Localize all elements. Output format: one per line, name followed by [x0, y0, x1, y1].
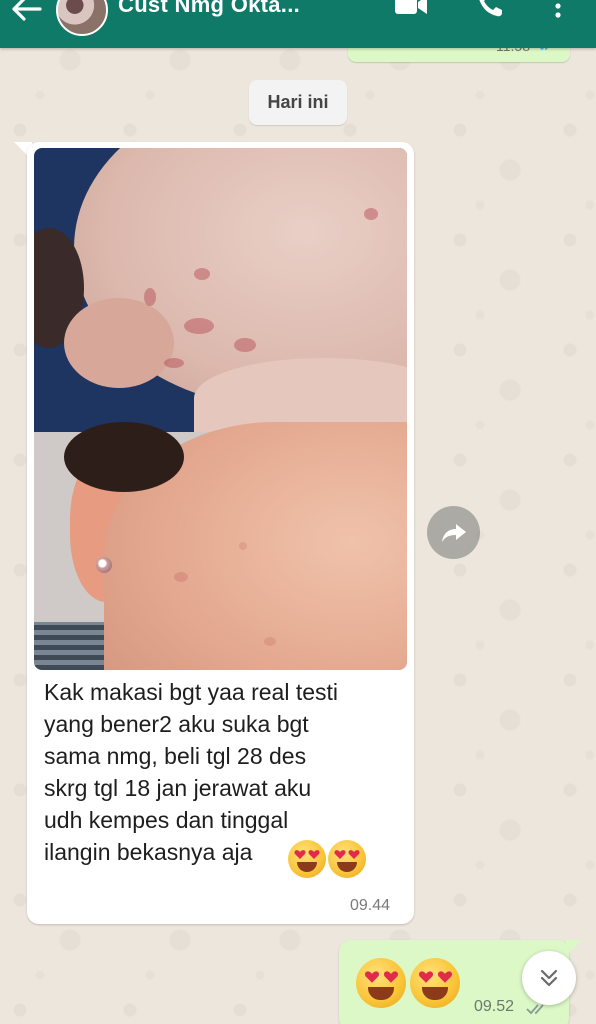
acne-mark: [239, 542, 247, 550]
bubble-tail: [566, 940, 582, 956]
heart-eyes-emoji: [328, 840, 366, 878]
phone-call-icon[interactable]: [476, 0, 506, 18]
heart-eyes-emoji: [410, 958, 460, 1008]
photo-ear: [64, 298, 174, 388]
heart-eyes-emoji: [288, 840, 326, 878]
before-photo: [34, 148, 407, 438]
acne-mark: [264, 637, 276, 646]
acne-mark: [174, 572, 188, 582]
message-emoji-row: [288, 840, 366, 878]
more-vert-icon[interactable]: [548, 0, 568, 20]
video-call-icon[interactable]: [394, 0, 428, 18]
forward-icon: [441, 523, 466, 542]
chat-title[interactable]: Cust Nmg Okta...: [118, 0, 300, 18]
double-chevron-down-icon: [540, 969, 558, 987]
message-time: 09.44: [350, 897, 391, 914]
forward-button[interactable]: [427, 506, 480, 559]
after-photo: [34, 422, 407, 670]
acne-spot: [364, 208, 378, 220]
acne-spot: [234, 338, 256, 352]
message-photo[interactable]: [34, 148, 407, 670]
avatar[interactable]: [56, 0, 108, 36]
back-arrow-icon[interactable]: [6, 0, 46, 24]
heart-eyes-emoji: [356, 958, 406, 1008]
earring: [96, 557, 112, 573]
acne-spot: [144, 288, 156, 306]
scroll-to-bottom-button[interactable]: [522, 951, 576, 1005]
message-emoji-row: [356, 958, 460, 1008]
date-chip: Hari ini: [249, 80, 347, 125]
acne-spot: [164, 358, 184, 368]
acne-spot: [184, 318, 214, 334]
photo-hair: [64, 422, 184, 492]
message-time: 09.52: [474, 998, 515, 1015]
acne-spot: [194, 268, 210, 280]
chat-header: Cust Nmg Okta...: [0, 0, 596, 48]
